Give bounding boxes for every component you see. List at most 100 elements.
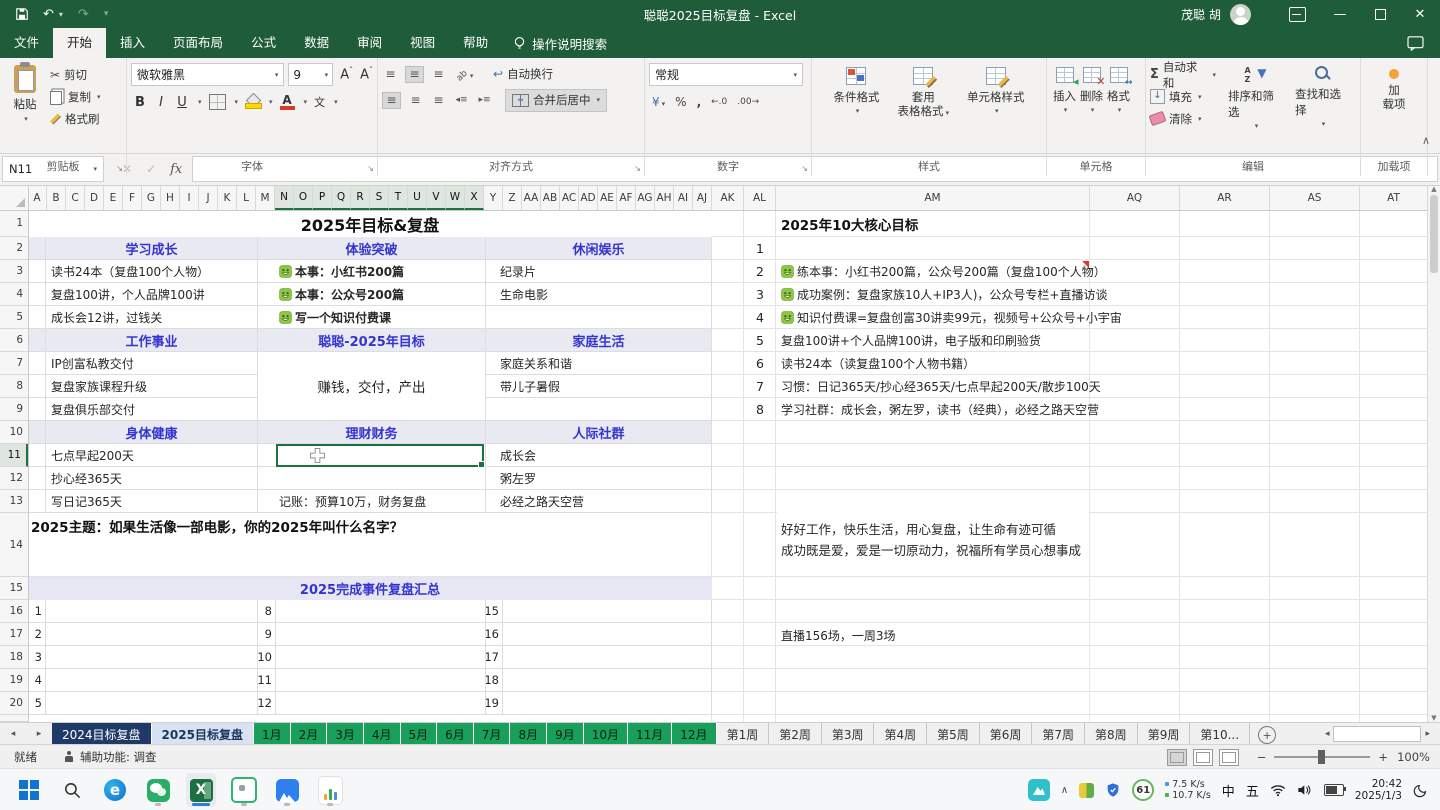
goal-cell[interactable]: 七点早起200天: [46, 444, 258, 467]
fill-handle[interactable]: [478, 461, 485, 468]
bold-button[interactable]: B: [133, 95, 147, 110]
taskbar-app-edge[interactable]: e: [100, 773, 130, 807]
zoom-thumb[interactable]: [1318, 750, 1325, 764]
row-header-partial[interactable]: [0, 715, 28, 722]
summary-empty-cell[interactable]: [503, 646, 712, 669]
sheet-tab-2025目标复盘[interactable]: 2025目标复盘: [152, 723, 254, 745]
sheet-tab-第6周[interactable]: 第6周: [980, 723, 1033, 745]
sheet-tab-7月[interactable]: 7月: [474, 723, 511, 745]
right-panel-number[interactable]: 7: [744, 375, 776, 398]
sheet-tab-第2周[interactable]: 第2周: [769, 723, 822, 745]
summary-number-cell[interactable]: 10: [258, 646, 276, 669]
taskbar-app-excel[interactable]: X: [186, 773, 216, 807]
summary-empty-cell[interactable]: [46, 669, 258, 692]
sheet-tab-3月[interactable]: 3月: [327, 723, 364, 745]
wrap-text-button[interactable]: ↩自动换行: [493, 66, 553, 82]
summary-empty-cell[interactable]: [503, 600, 712, 623]
col-header-AG[interactable]: AG: [636, 185, 655, 210]
col-header-AC[interactable]: AC: [560, 185, 579, 210]
goal-cell[interactable]: 记账：预算10万，财务复盘: [258, 490, 486, 513]
summary-number-cell[interactable]: 4: [28, 669, 46, 692]
insert-cells-button[interactable]: ◂ 插入▾: [1051, 63, 1078, 116]
category-header-体验突破[interactable]: 体验突破: [258, 237, 486, 260]
goal-cell[interactable]: 写日记365天: [46, 490, 258, 513]
decrease-indent-icon[interactable]: ◂≡: [453, 93, 470, 108]
align-bottom-icon[interactable]: ≡: [430, 67, 447, 82]
number-dialog-launcher[interactable]: ↘: [801, 164, 808, 173]
summary-empty-cell[interactable]: [46, 623, 258, 646]
row-header-6[interactable]: 6: [0, 329, 28, 352]
col-header-S[interactable]: S: [370, 185, 389, 210]
align-center-icon[interactable]: ≡: [407, 93, 424, 108]
sheet-tab-10月[interactable]: 10月: [584, 723, 628, 745]
sheet-tab-12月[interactable]: 12月: [672, 723, 716, 745]
category-header-聪聪-2025年目标[interactable]: 聪聪-2025年目标: [258, 329, 486, 352]
collapse-ribbon-icon[interactable]: ∧: [1422, 134, 1430, 147]
menu-tab-数据[interactable]: 数据: [290, 28, 343, 58]
row-header-5[interactable]: 5: [0, 306, 28, 329]
clipboard-dialog-launcher[interactable]: ↘: [116, 164, 123, 173]
col-header-B[interactable]: B: [47, 185, 66, 210]
category-header-身体健康[interactable]: 身体健康: [46, 421, 258, 444]
font-color-dropdown-icon[interactable]: ▾: [304, 98, 308, 106]
category-header-学习成长[interactable]: 学习成长: [46, 237, 258, 260]
theme-row-text[interactable]: 2025主题：如果生活像一部电影，你的2025年叫什么名字？: [31, 516, 403, 536]
summary-number-cell[interactable]: 9: [258, 623, 276, 646]
percent-style-icon[interactable]: %: [675, 95, 686, 109]
clock[interactable]: 20:42 2025/1/3: [1355, 778, 1402, 802]
delete-cells-button[interactable]: ✕ 删除▾: [1078, 63, 1105, 116]
right-panel-item[interactable]: [781, 237, 1087, 260]
menu-tab-文件[interactable]: 文件: [0, 28, 53, 58]
phonetic-dropdown-icon[interactable]: ▾: [334, 98, 338, 106]
row-header-4[interactable]: 4: [0, 283, 28, 306]
category-header-家庭生活[interactable]: 家庭生活: [486, 329, 712, 352]
goal-cell[interactable]: 复盘家族课程升级: [46, 375, 258, 398]
live-note-cell[interactable]: 直播156场，一周3场: [781, 627, 896, 644]
goal-cell[interactable]: 纪录片: [486, 260, 712, 283]
copy-button[interactable]: 复制▾: [50, 88, 101, 106]
right-panel-item[interactable]: 成功案例：复盘家族10人+IP3人)，公众号专栏+直播访谈: [781, 283, 1087, 306]
col-header-A[interactable]: A: [28, 185, 47, 210]
accounting-format-icon[interactable]: ¥▾: [652, 95, 665, 109]
menu-tab-开始[interactable]: 开始: [53, 28, 106, 58]
col-header-U[interactable]: U: [408, 185, 427, 210]
sheet-tab-第5周[interactable]: 第5周: [927, 723, 980, 745]
menu-tab-帮助[interactable]: 帮助: [449, 28, 502, 58]
col-header-D[interactable]: D: [85, 185, 104, 210]
autosum-button[interactable]: Σ自动求和▾: [1150, 66, 1216, 83]
goal-cell[interactable]: 本事：公众号200篇: [258, 283, 486, 306]
summary-number-cell[interactable]: 11: [258, 669, 276, 692]
col-header-AJ[interactable]: AJ: [693, 185, 712, 210]
zoom-in-icon[interactable]: +: [1378, 750, 1388, 764]
summary-number-cell[interactable]: 16: [486, 623, 503, 646]
ime-mode[interactable]: 中: [1222, 781, 1235, 800]
col-header-J[interactable]: J: [199, 185, 218, 210]
right-panel-item[interactable]: 读书24本（读复盘100个人物书籍）: [781, 352, 1087, 375]
customize-qat-icon[interactable]: ▾: [104, 9, 109, 19]
tray-expand-icon[interactable]: ∧: [1061, 785, 1068, 796]
sheet-main-title[interactable]: 2025年目标&复盘: [28, 210, 712, 237]
col-header-W[interactable]: W: [446, 185, 465, 210]
summary-number-cell[interactable]: 18: [486, 669, 503, 692]
increase-decimal-icon[interactable]: ←.0: [711, 97, 727, 107]
col-header-V[interactable]: V: [427, 185, 446, 210]
accessibility-status[interactable]: 辅助功能: 调查: [80, 749, 157, 765]
summary-number-cell[interactable]: 8: [258, 600, 276, 623]
menu-tab-页面布局[interactable]: 页面布局: [159, 28, 237, 58]
scroll-up-icon[interactable]: ▲: [1431, 185, 1436, 193]
summary-empty-cell[interactable]: [46, 692, 258, 715]
col-header-G[interactable]: G: [142, 185, 161, 210]
font-size-select[interactable]: 9▾: [288, 63, 333, 86]
format-cells-button[interactable]: ↔ 格式▾: [1105, 63, 1132, 116]
category-header-理财财务[interactable]: 理财财务: [258, 421, 486, 444]
row-header-18[interactable]: 18: [0, 646, 28, 669]
goal-cell[interactable]: 成长会: [486, 444, 712, 467]
col-header-AA[interactable]: AA: [522, 185, 541, 210]
col-header-AM[interactable]: AM: [776, 185, 1090, 210]
conditional-formatting-button[interactable]: 条件格式▾: [826, 63, 886, 158]
hscroll-right-icon[interactable]: ▸: [1425, 729, 1430, 739]
sheet-tab-2月[interactable]: 2月: [291, 723, 328, 745]
summary-number-cell[interactable]: 19: [486, 692, 503, 715]
sheet-tab-6月[interactable]: 6月: [437, 723, 474, 745]
cell-styles-button[interactable]: 单元格样式▾: [960, 63, 1032, 158]
